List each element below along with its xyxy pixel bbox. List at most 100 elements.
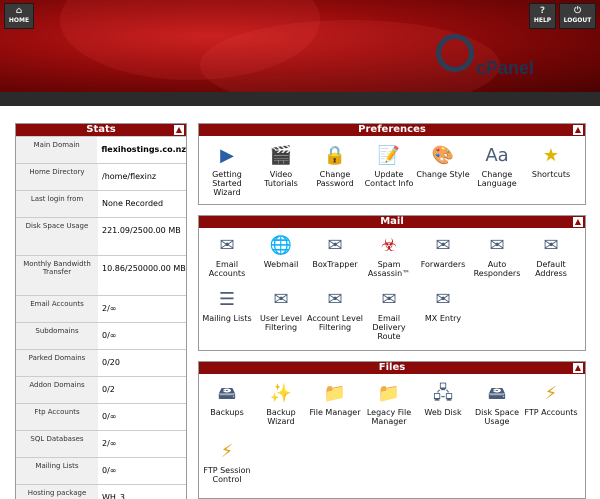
- mailing-list-icon: ☰: [218, 289, 236, 310]
- mail-item[interactable]: ✉ User Level Filtering: [253, 288, 309, 332]
- legacy-folder-icon: 📁: [377, 383, 401, 404]
- files-item[interactable]: 🖧 Web Disk: [415, 382, 471, 417]
- mail-item[interactable]: ✉ Account Level Filtering: [307, 288, 363, 332]
- stats-row-label: Parked Domains: [16, 350, 98, 376]
- backup-drive-icon: 🖴: [217, 383, 237, 404]
- account-filter-icon: ✉: [327, 289, 343, 310]
- forward-icon: ✉: [435, 235, 451, 256]
- home-label: HOME: [8, 17, 30, 24]
- collapse-stats-icon[interactable]: ▲: [174, 125, 184, 135]
- mail-item[interactable]: 🌐 Webmail: [253, 234, 309, 269]
- stats-row-value: 2/∞: [102, 439, 117, 448]
- stats-row-value: 221.09/2500.00 MB: [102, 226, 181, 235]
- files-item[interactable]: 🖴 Backups: [199, 382, 255, 417]
- stats-row: Subdomains 0/∞: [16, 322, 186, 349]
- home-button[interactable]: ⌂ HOME: [4, 3, 34, 29]
- mail-item[interactable]: ✉ Auto Responders: [469, 234, 525, 278]
- ftp-session-icon: ⚡: [220, 441, 234, 462]
- stats-row-value: 2/∞: [102, 304, 117, 313]
- stats-row-value: /home/flexinz: [102, 172, 157, 181]
- disk-usage-icon: 🖴: [487, 383, 507, 404]
- mail-item[interactable]: ✉ Email Delivery Route: [361, 288, 417, 341]
- stats-row-label: Home Directory: [16, 164, 98, 190]
- logout-icon: ⏻: [573, 6, 582, 16]
- home-icon: ⌂: [15, 6, 23, 16]
- cpanel-logo-circle: [436, 34, 474, 72]
- preferences-item-label: Change Style: [416, 170, 470, 179]
- files-item-label: FTP Accounts: [524, 408, 578, 417]
- user-filter-icon: ✉: [273, 289, 289, 310]
- lock-icon: 🔒: [323, 145, 347, 166]
- mail-title: Mail: [380, 216, 404, 227]
- mail-item[interactable]: ☰ Mailing Lists: [199, 288, 255, 323]
- mail-item-label: Email Delivery Route: [372, 314, 406, 341]
- mail-item-label: Forwarders: [420, 260, 466, 269]
- preferences-title: Preferences: [358, 124, 426, 135]
- preferences-item[interactable]: ▶ Getting Started Wizard: [199, 144, 255, 197]
- preferences-item-label: Video Tutorials: [264, 170, 298, 188]
- files-item[interactable]: 📁 Legacy File Manager: [361, 382, 417, 426]
- stats-row: Hosting package WH_3: [16, 484, 186, 499]
- mail-item[interactable]: ✉ MX Entry: [415, 288, 471, 323]
- star-icon: ★: [542, 145, 560, 166]
- files-item-label: File Manager: [309, 408, 361, 417]
- header-banner: ⌂ HOME ? HELP ⏻ LOGOUT cPanel: [0, 0, 600, 92]
- files-item[interactable]: ✨ Backup Wizard: [253, 382, 309, 426]
- mail-item-label: BoxTrapper: [312, 260, 358, 269]
- help-button[interactable]: ? HELP: [529, 3, 556, 29]
- preferences-item-label: Getting Started Wizard: [212, 170, 242, 197]
- preferences-item[interactable]: 📝 Update Contact Info: [361, 144, 417, 188]
- preferences-item[interactable]: 🔒 Change Password: [307, 144, 363, 188]
- stats-row: Monthly Bandwidth Transfer 10.86/250000.0…: [16, 255, 186, 295]
- stats-row: Home Directory/home/flexinz: [16, 163, 186, 190]
- collapse-mail-icon[interactable]: ▲: [573, 217, 583, 227]
- files-item[interactable]: ⚡ FTP Session Control: [199, 440, 255, 484]
- files-panel: Files ▲ 🖴 Backups ✨ Backup Wizard 📁 File Mana…: [198, 361, 586, 499]
- stats-rows: Main Domain flexihostings.co.nz Home Direc…: [16, 136, 186, 499]
- files-item-label: FTP Session Control: [203, 466, 251, 484]
- mail-item-label: Webmail: [263, 260, 299, 269]
- mail-panel: Mail ▲ ✉ Email Accounts 🌐 Webmail ✉ BoxTrappe…: [198, 215, 586, 351]
- preferences-item[interactable]: ★ Shortcuts: [523, 144, 579, 179]
- mail-item[interactable]: ✉ Email Accounts: [199, 234, 255, 278]
- files-item[interactable]: 🖴 Disk Space Usage: [469, 382, 525, 426]
- backup-wizard-icon: ✨: [269, 383, 293, 404]
- mail-item[interactable]: ✉ Forwarders: [415, 234, 471, 269]
- stats-row-label: Email Accounts: [16, 296, 98, 322]
- collapse-preferences-icon[interactable]: ▲: [573, 125, 583, 135]
- stats-title: Stats: [86, 124, 116, 135]
- files-item-label: Backup Wizard: [266, 408, 296, 426]
- mail-item[interactable]: ☣ Spam Assassin™: [361, 234, 417, 278]
- spamassassin-icon: ☣: [380, 235, 398, 256]
- preferences-item[interactable]: 🎬 Video Tutorials: [253, 144, 309, 188]
- mail-item-label: Default Address: [535, 260, 567, 278]
- files-item-label: Disk Space Usage: [474, 408, 520, 426]
- stats-row-value: WH_3: [102, 493, 126, 499]
- logout-button[interactable]: ⏻ LOGOUT: [559, 3, 596, 29]
- mail-item-label: User Level Filtering: [260, 314, 302, 332]
- stats-row-label: Disk Space Usage: [16, 218, 98, 255]
- globe-icon: 🌐: [269, 235, 293, 256]
- stats-row: Mailing Lists 0/∞: [16, 457, 186, 484]
- mail-item[interactable]: ✉ BoxTrapper: [307, 234, 363, 269]
- files-item[interactable]: 📁 File Manager: [307, 382, 363, 417]
- preferences-panel: Preferences ▲ ▶ Getting Started Wizard 🎬 Vi…: [198, 123, 586, 205]
- preferences-item-label: Shortcuts: [531, 170, 571, 179]
- preferences-item[interactable]: 🎨 Change Style: [415, 144, 471, 179]
- preferences-item[interactable]: Aa Change Language: [469, 144, 525, 188]
- mail-item[interactable]: ✉ Default Address: [523, 234, 579, 278]
- ftp-accounts-icon: ⚡: [544, 383, 558, 404]
- preferences-item-label: Update Contact Info: [364, 170, 414, 188]
- stats-row-value: flexihostings.co.nz: [101, 145, 186, 154]
- files-item[interactable]: ⚡ FTP Accounts: [523, 382, 579, 417]
- files-title-bar: Files ▲: [199, 362, 585, 374]
- stats-row-label: Main Domain: [16, 137, 98, 163]
- language-icon: Aa: [485, 145, 509, 166]
- stats-row-value: 0/∞: [102, 412, 117, 421]
- collapse-files-icon[interactable]: ▲: [573, 363, 583, 373]
- files-item-label: Legacy File Manager: [366, 408, 412, 426]
- cpanel-logo-text: cPanel: [476, 58, 535, 78]
- stats-title-bar: Stats ▲: [16, 124, 186, 136]
- default-address-icon: ✉: [543, 235, 559, 256]
- delivery-route-icon: ✉: [381, 289, 397, 310]
